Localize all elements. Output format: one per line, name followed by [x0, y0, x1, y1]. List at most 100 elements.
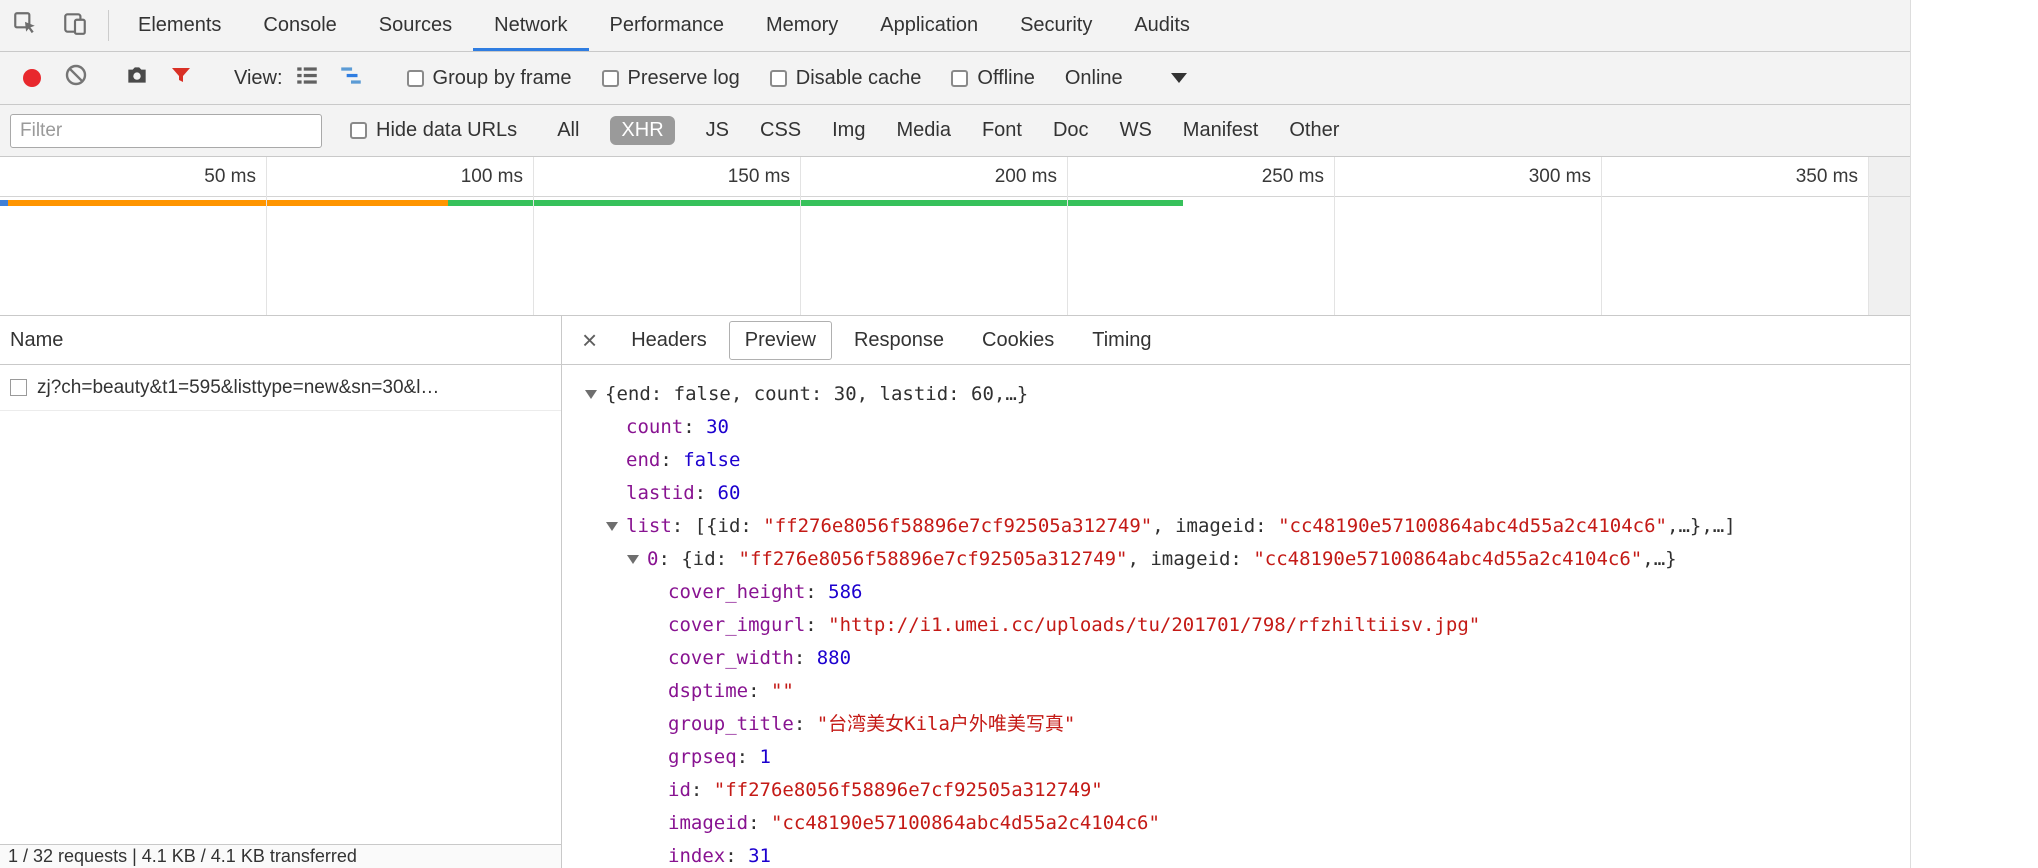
filter-type-img[interactable]: Img	[832, 119, 865, 142]
tab-audits[interactable]: Audits	[1113, 0, 1211, 51]
checkbox-icon[interactable]	[770, 70, 787, 87]
arrow-spacer	[647, 685, 668, 697]
capture-screenshots-button[interactable]	[119, 60, 155, 96]
json-segment-key: index	[668, 845, 725, 867]
name-column-label: Name	[10, 329, 63, 352]
tab-elements[interactable]: Elements	[117, 0, 242, 51]
filter-type-doc[interactable]: Doc	[1053, 119, 1089, 142]
preserve-log-checkbox[interactable]: Preserve log	[602, 67, 740, 90]
devtools-tabbar: ElementsConsoleSourcesNetworkPerformance…	[0, 0, 1910, 52]
json-segment-num: 30	[706, 416, 729, 438]
details-tab-response[interactable]: Response	[838, 321, 960, 360]
use-large-rows-button[interactable]	[289, 60, 325, 96]
json-segment-key: cover_imgurl	[668, 614, 805, 636]
expand-arrow-icon[interactable]	[605, 520, 626, 532]
json-segment-plain: :	[737, 746, 760, 768]
checkbox-icon[interactable]	[602, 70, 619, 87]
filter-type-all[interactable]: All	[557, 119, 579, 142]
json-preview-tree[interactable]: {end: false, count: 30, lastid: 60,…}cou…	[562, 365, 1910, 868]
tab-performance[interactable]: Performance	[589, 0, 746, 51]
json-segment-plain: : {id:	[658, 548, 738, 570]
tab-security[interactable]: Security	[999, 0, 1113, 51]
inspect-element-button[interactable]	[0, 0, 50, 51]
view-label: View:	[234, 67, 283, 90]
json-tree-row: grpseq: 1	[562, 741, 1910, 774]
tab-sources[interactable]: Sources	[358, 0, 473, 51]
json-tree-row[interactable]: 0: {id: "ff276e8056f58896e7cf92505a31274…	[562, 543, 1910, 576]
checkbox-icon[interactable]	[951, 70, 968, 87]
camera-icon	[124, 62, 150, 94]
group-by-frame-label: Group by frame	[433, 67, 572, 90]
filter-type-manifest[interactable]: Manifest	[1183, 119, 1259, 142]
json-segment-num: 60	[718, 482, 741, 504]
json-segment-plain: :	[794, 647, 817, 669]
filter-input[interactable]	[10, 114, 322, 148]
timeline-gridline	[533, 157, 534, 315]
filter-type-css[interactable]: CSS	[760, 119, 801, 142]
disable-cache-checkbox[interactable]: Disable cache	[770, 67, 922, 90]
json-tree-row: dsptime: ""	[562, 675, 1910, 708]
filter-type-xhr[interactable]: XHR	[610, 116, 674, 145]
request-row[interactable]: zj?ch=beauty&t1=595&listtype=new&sn=30&l…	[0, 365, 561, 411]
expand-arrow-icon[interactable]	[584, 388, 605, 400]
details-tab-timing[interactable]: Timing	[1076, 321, 1167, 360]
filter-type-ws[interactable]: WS	[1120, 119, 1152, 142]
json-segment-key: grpseq	[668, 746, 737, 768]
json-segment-str: ""	[771, 680, 794, 702]
arrow-spacer	[647, 586, 668, 598]
json-tree-row: index: 31	[562, 840, 1910, 868]
resource-type-filters: All XHR JS CSS Img Media Font Doc WS Manifest Othe…	[557, 116, 1339, 145]
json-segment-str: "cc48190e57100864abc4d55a2c4104c6"	[1253, 548, 1642, 570]
expand-arrow-icon[interactable]	[626, 553, 647, 565]
clear-button[interactable]	[58, 60, 94, 96]
tab-memory[interactable]: Memory	[745, 0, 859, 51]
checkbox-icon[interactable]	[407, 70, 424, 87]
name-column-header[interactable]: Name	[0, 316, 561, 365]
json-segment-plain: :	[794, 713, 817, 735]
chevron-down-icon	[1171, 73, 1187, 83]
timeline-tick-label: 150 ms	[650, 166, 790, 188]
filter-type-font[interactable]: Font	[982, 119, 1022, 142]
tab-console[interactable]: Console	[242, 0, 357, 51]
overview-blue-segment	[0, 200, 8, 206]
resource-icon	[10, 379, 27, 396]
json-segment-str: "台湾美女Kila户外唯美写真"	[817, 713, 1076, 735]
timeline-overview[interactable]: 50 ms100 ms150 ms200 ms250 ms300 ms350 m…	[0, 157, 1910, 316]
arrow-spacer	[647, 619, 668, 631]
offline-label: Offline	[977, 67, 1034, 90]
throttling-select[interactable]: Online	[1065, 67, 1187, 90]
tab-network[interactable]: Network	[473, 0, 588, 51]
checkbox-icon[interactable]	[350, 122, 367, 139]
filter-button[interactable]	[163, 60, 199, 96]
arrow-spacer	[647, 784, 668, 796]
json-segment-key: id	[668, 779, 691, 801]
json-segment-plain: :	[748, 680, 771, 702]
json-segment-plain: : [{id:	[672, 515, 764, 537]
filter-type-other[interactable]: Other	[1289, 119, 1339, 142]
json-tree-row[interactable]: list: [{id: "ff276e8056f58896e7cf92505a3…	[562, 510, 1910, 543]
network-filter-bar: Hide data URLs All XHR JS CSS Img Media Font Do…	[0, 105, 1910, 157]
requests-summary: 1 / 32 requests | 4.1 KB / 4.1 KB transf…	[8, 846, 357, 867]
toggle-device-toolbar-button[interactable]	[50, 0, 100, 51]
json-tree-row: id: "ff276e8056f58896e7cf92505a312749"	[562, 774, 1910, 807]
group-by-frame-checkbox[interactable]: Group by frame	[407, 67, 572, 90]
show-overview-button[interactable]	[333, 60, 369, 96]
details-tab-cookies[interactable]: Cookies	[966, 321, 1070, 360]
hide-data-urls-checkbox[interactable]: Hide data URLs	[350, 119, 517, 142]
preserve-log-label: Preserve log	[628, 67, 740, 90]
close-details-button[interactable]: ×	[570, 327, 609, 353]
filter-type-media[interactable]: Media	[896, 119, 950, 142]
arrow-spacer	[647, 718, 668, 730]
tab-application[interactable]: Application	[859, 0, 999, 51]
json-tree-row[interactable]: {end: false, count: 30, lastid: 60,…}	[562, 378, 1910, 411]
arrow-spacer	[605, 421, 626, 433]
json-segment-plain: :	[805, 581, 828, 603]
filter-type-js[interactable]: JS	[706, 119, 729, 142]
offline-checkbox[interactable]: Offline	[951, 67, 1034, 90]
arrow-spacer	[647, 817, 668, 829]
record-button[interactable]	[14, 60, 50, 96]
disable-cache-label: Disable cache	[796, 67, 922, 90]
details-tab-preview[interactable]: Preview	[729, 321, 832, 360]
json-segment-plain: :	[748, 812, 771, 834]
details-tab-headers[interactable]: Headers	[615, 321, 723, 360]
